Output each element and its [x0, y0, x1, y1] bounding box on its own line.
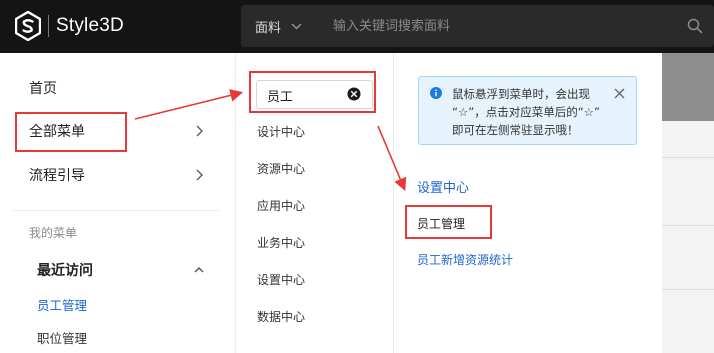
background-banner — [662, 53, 714, 121]
background-divider — [662, 289, 714, 290]
menu-divider — [13, 210, 219, 211]
result-group-title: 设置中心 — [417, 181, 470, 196]
close-icon[interactable] — [614, 88, 625, 99]
menu-item-label: 流程引导 — [29, 168, 85, 184]
category-resource-center[interactable]: 资源中心 — [257, 160, 305, 177]
category-application-center[interactable]: 应用中心 — [257, 197, 305, 214]
search-icon[interactable] — [686, 17, 704, 35]
chevron-right-icon — [196, 125, 203, 137]
search-category-label: 面料 — [255, 20, 282, 36]
logo-divider — [48, 15, 49, 37]
annotation-box-result — [405, 205, 492, 239]
menu-item-guide[interactable]: 流程引导 — [0, 157, 236, 193]
annotation-box-menu-search — [249, 71, 376, 113]
menu-item-label: 首页 — [29, 81, 57, 97]
background-divider — [662, 225, 714, 226]
tip-line: 鼠标悬浮到菜单时，会出现 — [452, 87, 590, 101]
top-bar: Style3D 面料 — [0, 0, 714, 53]
recent-visits-label: 最近访问 — [37, 263, 93, 279]
category-settings-center[interactable]: 设置中心 — [257, 271, 305, 288]
recent-item-position-management[interactable]: 职位管理 — [37, 328, 87, 347]
chevron-down-icon — [291, 23, 302, 29]
chevron-right-icon — [196, 169, 203, 181]
favorite-tip-alert: 鼠标悬浮到菜单时，会出现 “☆”，点击对应菜单后的“☆” 即可在左侧常驻显示哦！ — [418, 76, 637, 145]
brand-name: Style3D — [56, 15, 124, 36]
background-divider — [662, 157, 714, 158]
info-icon — [430, 87, 442, 99]
tip-line: “☆”，点击对应菜单后的“☆” — [452, 105, 600, 119]
annotation-box-all-menus — [15, 112, 127, 152]
global-search: 面料 — [241, 5, 714, 47]
brand-logo[interactable]: Style3D — [15, 11, 124, 41]
category-business-center[interactable]: 业务中心 — [257, 234, 305, 251]
chevron-up-icon — [194, 267, 204, 273]
category-data-center[interactable]: 数据中心 — [257, 308, 305, 325]
category-design-center[interactable]: 设计中心 — [257, 123, 305, 140]
recent-visits-toggle[interactable]: 最近访问 — [37, 259, 217, 281]
background-page — [662, 53, 714, 353]
my-menu-heading: 我的菜单 — [29, 226, 78, 240]
recent-item-employee-management[interactable]: 员工管理 — [37, 295, 87, 314]
tip-message: 鼠标悬浮到菜单时，会出现 “☆”，点击对应菜单后的“☆” 即可在左侧常驻显示哦！ — [452, 85, 612, 139]
result-employee-resource-stats[interactable]: 员工新增资源统计 — [417, 251, 513, 268]
search-input[interactable] — [333, 16, 653, 36]
style3d-logo-icon — [15, 11, 41, 41]
menu-item-home[interactable]: 首页 — [0, 70, 236, 106]
tip-line: 即可在左侧常驻显示哦！ — [452, 123, 579, 137]
search-category-select[interactable]: 面料 — [255, 5, 302, 47]
